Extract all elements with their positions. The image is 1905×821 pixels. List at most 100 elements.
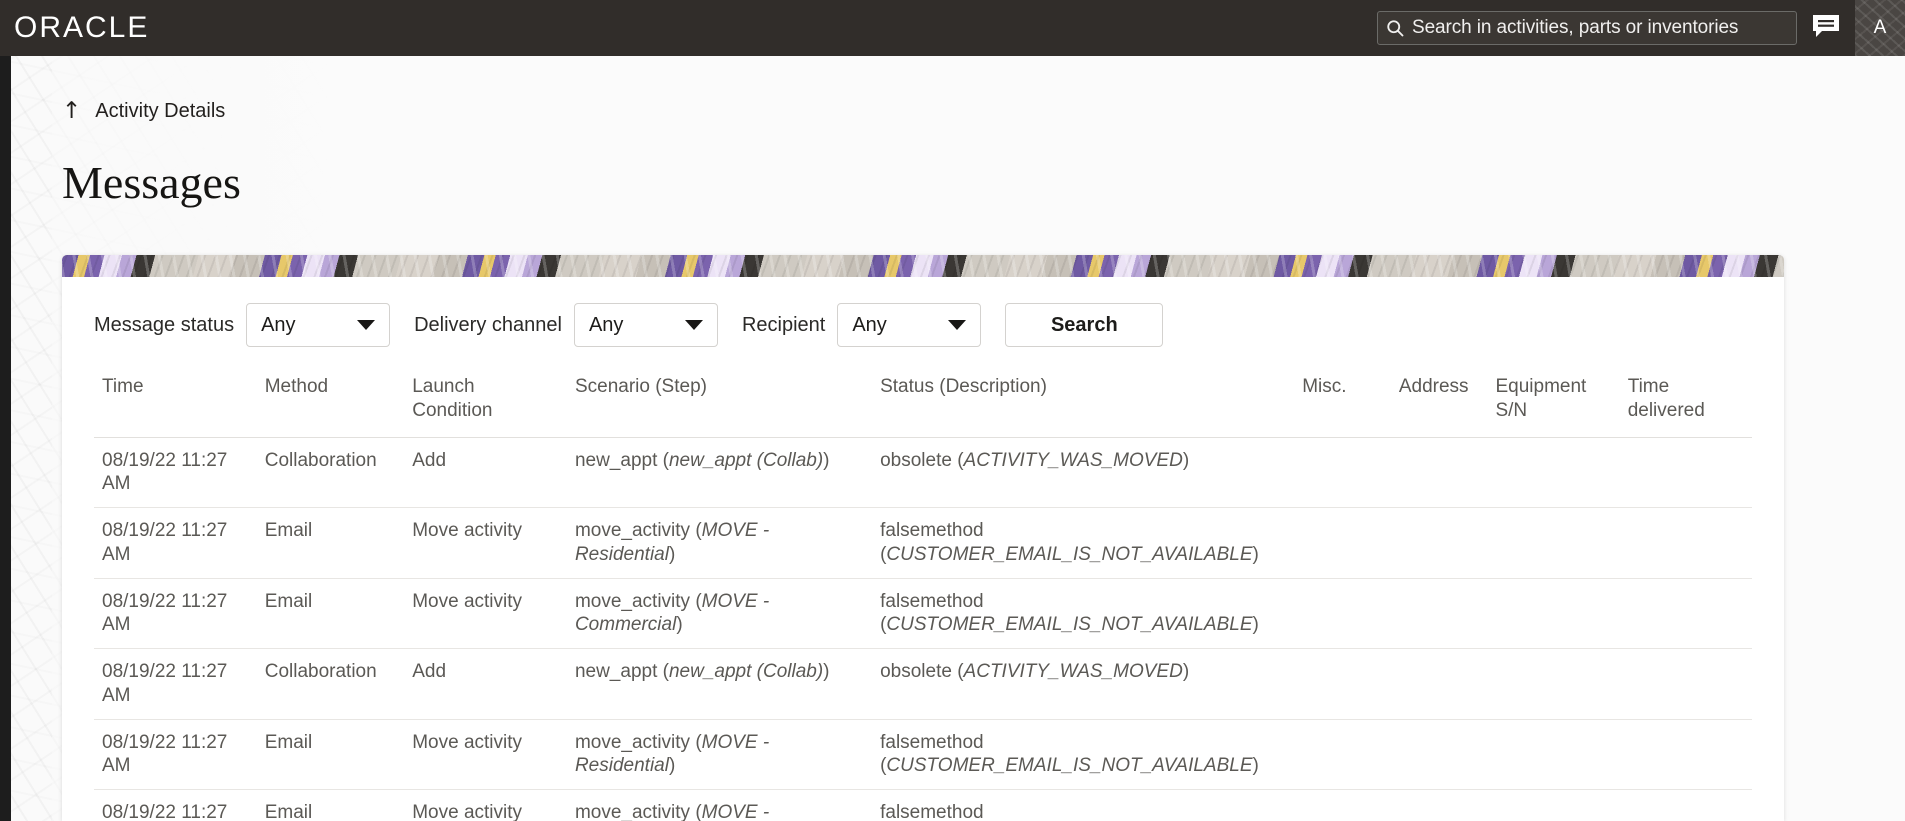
cell-scenario: new_appt (new_appt (Collab)) <box>567 437 872 508</box>
chevron-down-icon <box>685 320 703 330</box>
avatar-initial: A <box>1874 17 1887 39</box>
cell-status: obsolete (ACTIVITY_WAS_MOVED) <box>872 649 1294 720</box>
cell-address <box>1391 790 1488 821</box>
cell-method: Email <box>257 578 404 649</box>
cell-status: falsemethod (CUSTOMER_EMAIL_IS_NOT_AVAIL… <box>872 719 1294 790</box>
cell-equipment-sn <box>1487 649 1619 720</box>
filter-message-status: Message status Any <box>94 303 414 347</box>
col-time-delivered: Time delivered <box>1620 369 1752 437</box>
cell-time-delivered <box>1620 790 1752 821</box>
cell-method: Email <box>257 719 404 790</box>
cell-launch-condition: Move activity <box>404 508 567 579</box>
col-launch-condition: Launch Condition <box>404 369 567 437</box>
cell-time: 08/19/22 11:27 AM <box>94 508 257 579</box>
oracle-logo: ORACLE <box>14 13 149 43</box>
delivery-channel-value: Any <box>589 314 623 337</box>
cell-method: Email <box>257 508 404 579</box>
message-status-select[interactable]: Any <box>246 303 390 347</box>
delivery-channel-select[interactable]: Any <box>574 303 718 347</box>
cell-misc <box>1294 649 1391 720</box>
cell-status: falsemethod (CUSTOMER_EMAIL_IS_NOT_AVAIL… <box>872 508 1294 579</box>
cell-time-delivered <box>1620 578 1752 649</box>
cell-time: 08/19/22 11:27 AM <box>94 649 257 720</box>
cell-misc <box>1294 437 1391 508</box>
col-scenario: Scenario (Step) <box>567 369 872 437</box>
col-address: Address <box>1391 369 1488 437</box>
cell-launch-condition: Add <box>404 437 567 508</box>
cell-scenario: move_activity (MOVE - Commercial) <box>567 790 872 821</box>
chat-message-icon <box>1811 13 1841 44</box>
cell-address <box>1391 437 1488 508</box>
cell-address <box>1391 578 1488 649</box>
search-button[interactable]: Search <box>1005 303 1163 347</box>
cell-launch-condition: Move activity <box>404 790 567 821</box>
cell-scenario: move_activity (MOVE - Residential) <box>567 719 872 790</box>
cell-equipment-sn <box>1487 790 1619 821</box>
filter-bar: Message status Any Delivery channel Any … <box>94 303 1752 369</box>
table-row[interactable]: 08/19/22 11:27 AMCollaborationAddnew_app… <box>94 649 1752 720</box>
messages-card: Message status Any Delivery channel Any … <box>62 255 1784 821</box>
col-time: Time <box>94 369 257 437</box>
cell-equipment-sn <box>1487 508 1619 579</box>
cell-time: 08/19/22 11:27 AM <box>94 790 257 821</box>
recipient-value: Any <box>852 314 886 337</box>
recipient-select[interactable]: Any <box>837 303 981 347</box>
cell-method: Email <box>257 790 404 821</box>
table-row[interactable]: 08/19/22 11:27 AMEmailMove activitymove_… <box>94 508 1752 579</box>
col-method: Method <box>257 369 404 437</box>
cell-address <box>1391 508 1488 579</box>
cell-status: falsemethod (CUSTOMER_EMAIL_IS_NOT_AVAIL… <box>872 790 1294 821</box>
search-icon <box>1378 12 1412 44</box>
chevron-down-icon <box>948 320 966 330</box>
cell-time-delivered <box>1620 508 1752 579</box>
filter-recipient: Recipient Any <box>742 303 1005 347</box>
cell-method: Collaboration <box>257 437 404 508</box>
messages-table-head: Time Method Launch Condition Scenario (S… <box>94 369 1752 437</box>
cell-scenario: new_appt (new_appt (Collab)) <box>567 649 872 720</box>
col-status: Status (Description) <box>872 369 1294 437</box>
user-avatar[interactable]: A <box>1855 0 1905 56</box>
cell-misc <box>1294 719 1391 790</box>
breadcrumb-label: Activity Details <box>95 100 225 123</box>
cell-status: falsemethod (CUSTOMER_EMAIL_IS_NOT_AVAIL… <box>872 578 1294 649</box>
arrow-up-icon: ↑ <box>62 100 81 123</box>
cell-time: 08/19/22 11:27 AM <box>94 437 257 508</box>
table-row[interactable]: 08/19/22 11:27 AMEmailMove activitymove_… <box>94 578 1752 649</box>
cell-status: obsolete (ACTIVITY_WAS_MOVED) <box>872 437 1294 508</box>
recipient-label: Recipient <box>742 314 825 337</box>
filter-delivery-channel: Delivery channel Any <box>414 303 742 347</box>
card-body: Message status Any Delivery channel Any … <box>62 277 1784 821</box>
top-header-bar: ORACLE A <box>0 0 1905 56</box>
left-edge-rail <box>0 56 11 821</box>
decorative-banner-stripe <box>62 255 1784 277</box>
cell-time-delivered <box>1620 719 1752 790</box>
cell-time: 08/19/22 11:27 AM <box>94 719 257 790</box>
page-content: ↑ Activity Details Messages Message stat… <box>0 0 1905 821</box>
cell-equipment-sn <box>1487 719 1619 790</box>
message-status-label: Message status <box>94 314 234 337</box>
cell-launch-condition: Move activity <box>404 578 567 649</box>
page-title: Messages <box>62 160 241 206</box>
cell-time-delivered <box>1620 649 1752 720</box>
table-row[interactable]: 08/19/22 11:27 AMCollaborationAddnew_app… <box>94 437 1752 508</box>
messages-table: Time Method Launch Condition Scenario (S… <box>94 369 1752 821</box>
cell-misc <box>1294 578 1391 649</box>
chevron-down-icon <box>357 320 375 330</box>
cell-time: 08/19/22 11:27 AM <box>94 578 257 649</box>
messages-table-body: 08/19/22 11:27 AMCollaborationAddnew_app… <box>94 437 1752 821</box>
search-input[interactable] <box>1412 12 1796 44</box>
cell-method: Collaboration <box>257 649 404 720</box>
col-misc: Misc. <box>1294 369 1391 437</box>
cell-address <box>1391 719 1488 790</box>
table-row[interactable]: 08/19/22 11:27 AMEmailMove activitymove_… <box>94 790 1752 821</box>
table-row[interactable]: 08/19/22 11:27 AMEmailMove activitymove_… <box>94 719 1752 790</box>
cell-misc <box>1294 790 1391 821</box>
chat-messages-button[interactable] <box>1797 0 1855 56</box>
delivery-channel-label: Delivery channel <box>414 314 562 337</box>
cell-address <box>1391 649 1488 720</box>
global-search[interactable] <box>1377 11 1797 45</box>
cell-launch-condition: Add <box>404 649 567 720</box>
message-status-value: Any <box>261 314 295 337</box>
cell-time-delivered <box>1620 437 1752 508</box>
breadcrumb-activity-details[interactable]: ↑ Activity Details <box>62 100 225 123</box>
